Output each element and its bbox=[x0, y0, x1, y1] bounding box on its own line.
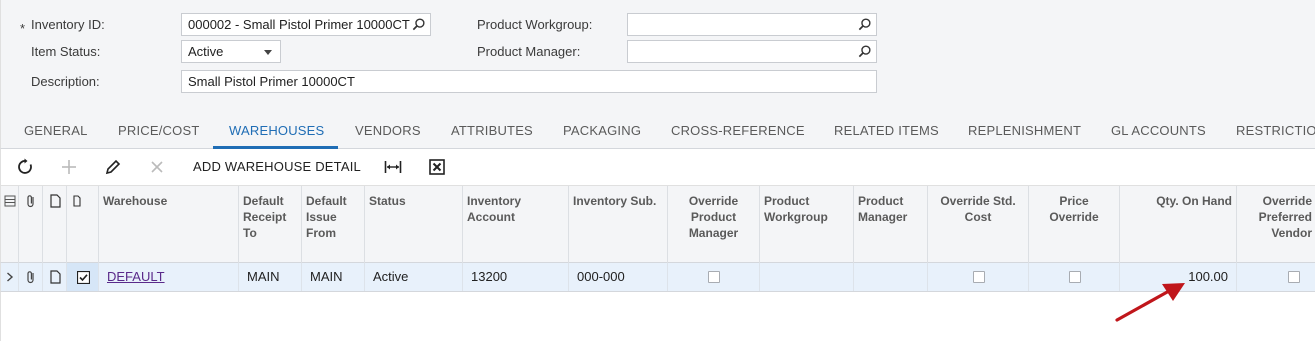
grid-toolbar: ADD WAREHOUSE DETAIL bbox=[0, 149, 1315, 185]
item-status-label: Item Status: bbox=[31, 44, 101, 59]
fit-columns-icon[interactable] bbox=[383, 157, 403, 177]
cell-override-preferred-vendor[interactable] bbox=[1237, 263, 1315, 291]
col-warehouse[interactable]: Warehouse bbox=[99, 186, 239, 263]
edit-icon[interactable] bbox=[103, 157, 123, 177]
row-expander[interactable] bbox=[1, 263, 19, 291]
cell-status[interactable]: Active bbox=[365, 263, 463, 291]
search-icon[interactable] bbox=[857, 44, 872, 59]
col-product-manager[interactable]: Product Manager bbox=[854, 186, 928, 263]
row-attachments[interactable] bbox=[19, 263, 43, 291]
row-notes[interactable] bbox=[43, 263, 67, 291]
col-price-override[interactable]: Price Override bbox=[1029, 186, 1120, 263]
tab-warehouses[interactable]: WAREHOUSES bbox=[229, 123, 324, 138]
product-workgroup-field[interactable] bbox=[627, 13, 877, 36]
col-product-workgroup[interactable]: Product Workgroup bbox=[760, 186, 854, 263]
tab-vendors[interactable]: VENDORS bbox=[355, 123, 421, 138]
cell-product-workgroup[interactable] bbox=[760, 263, 854, 291]
paperclip-icon bbox=[27, 195, 34, 208]
tab-related-items[interactable]: RELATED ITEMS bbox=[834, 123, 939, 138]
default-flag-header[interactable] bbox=[67, 186, 99, 263]
cell-override-product-manager[interactable] bbox=[668, 263, 760, 291]
col-inventory-sub[interactable]: Inventory Sub. bbox=[569, 186, 668, 263]
tab-packaging[interactable]: PACKAGING bbox=[563, 123, 641, 138]
required-marker: * bbox=[20, 21, 26, 36]
tab-restrictions[interactable]: RESTRICTIO bbox=[1236, 123, 1315, 138]
inventory-id-value: 000002 - Small Pistol Primer 10000CT bbox=[188, 17, 410, 32]
note-icon bbox=[50, 270, 61, 284]
override-preferred-vendor-checkbox[interactable] bbox=[1288, 271, 1300, 283]
attachments-header[interactable] bbox=[19, 186, 43, 263]
search-icon[interactable] bbox=[411, 17, 426, 32]
tab-cross-reference[interactable]: CROSS-REFERENCE bbox=[671, 123, 805, 138]
add-warehouse-detail-button[interactable]: ADD WAREHOUSE DETAIL bbox=[193, 159, 361, 174]
price-override-checkbox[interactable] bbox=[1069, 271, 1081, 283]
cell-product-manager[interactable] bbox=[854, 263, 928, 291]
description-label: Description: bbox=[31, 74, 100, 89]
row-default-checkbox-cell[interactable] bbox=[67, 263, 99, 291]
description-value: Small Pistol Primer 10000CT bbox=[188, 74, 355, 89]
chevron-right-icon bbox=[7, 272, 14, 282]
search-icon[interactable] bbox=[857, 17, 872, 32]
product-manager-label: Product Manager: bbox=[477, 44, 581, 59]
add-icon[interactable] bbox=[59, 157, 79, 177]
tab-price-cost[interactable]: PRICE/COST bbox=[118, 123, 199, 138]
note-icon bbox=[50, 194, 61, 208]
cell-issue-from[interactable]: MAIN bbox=[302, 263, 365, 291]
notes-header[interactable] bbox=[43, 186, 67, 263]
annotation-arrow-icon bbox=[1115, 283, 1185, 322]
col-default-receipt-to[interactable]: Default Receipt To bbox=[239, 186, 302, 263]
row-selector-header[interactable] bbox=[1, 186, 19, 263]
tab-attributes[interactable]: ATTRIBUTES bbox=[451, 123, 533, 138]
cell-receipt-to[interactable]: MAIN bbox=[239, 263, 302, 291]
col-inventory-account[interactable]: Inventory Account bbox=[463, 186, 569, 263]
list-icon bbox=[4, 195, 16, 207]
description-field[interactable]: Small Pistol Primer 10000CT bbox=[181, 70, 877, 93]
warehouse-link[interactable]: DEFAULT bbox=[99, 263, 239, 291]
inventory-id-field[interactable]: 000002 - Small Pistol Primer 10000CT bbox=[181, 13, 431, 36]
grid-header: Warehouse Default Receipt To Default Iss… bbox=[0, 185, 1315, 263]
tab-general[interactable]: GENERAL bbox=[24, 123, 88, 138]
tab-bar: GENERAL PRICE/COST WAREHOUSES VENDORS AT… bbox=[0, 108, 1315, 149]
item-status-value: Active bbox=[188, 44, 224, 59]
cell-override-std-cost[interactable] bbox=[928, 263, 1029, 291]
product-workgroup-label: Product Workgroup: bbox=[477, 17, 593, 32]
col-qty-on-hand[interactable]: Qty. On Hand bbox=[1120, 186, 1237, 263]
col-status[interactable]: Status bbox=[365, 186, 463, 263]
cell-inventory-sub[interactable]: 000-000 bbox=[569, 263, 668, 291]
inventory-id-label: Inventory ID: bbox=[31, 17, 105, 32]
item-status-select[interactable]: Active bbox=[181, 40, 281, 63]
col-override-product-manager[interactable]: Override Product Manager bbox=[668, 186, 760, 263]
override-std-cost-checkbox[interactable] bbox=[973, 271, 985, 283]
col-override-preferred-vendor[interactable]: Override Preferred Vendor bbox=[1237, 186, 1315, 263]
col-override-std-cost[interactable]: Override Std. Cost bbox=[928, 186, 1029, 263]
item-header-form: * Inventory ID: 000002 - Small Pistol Pr… bbox=[0, 0, 1315, 108]
note-icon bbox=[73, 195, 81, 207]
paperclip-icon bbox=[27, 271, 34, 284]
refresh-icon[interactable] bbox=[16, 157, 36, 177]
override-product-manager-checkbox[interactable] bbox=[708, 271, 720, 283]
product-manager-field[interactable] bbox=[627, 40, 877, 63]
col-default-issue-from[interactable]: Default Issue From bbox=[302, 186, 365, 263]
delete-icon[interactable] bbox=[147, 157, 167, 177]
chevron-down-icon bbox=[264, 50, 272, 55]
excel-export-icon[interactable] bbox=[427, 157, 447, 177]
tab-replenishment[interactable]: REPLENISHMENT bbox=[968, 123, 1081, 138]
tab-gl-accounts[interactable]: GL ACCOUNTS bbox=[1111, 123, 1206, 138]
checkbox-checked-icon[interactable] bbox=[77, 271, 90, 284]
cell-inventory-account[interactable]: 13200 bbox=[463, 263, 569, 291]
